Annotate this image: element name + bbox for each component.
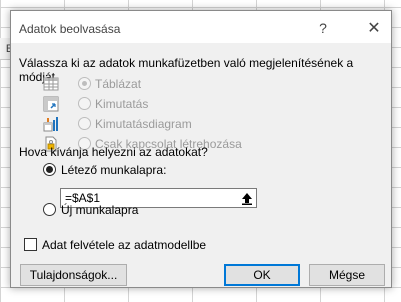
display-prompt: Válassza ki az adatok munkafüzetben való… (19, 56, 354, 84)
table-icon (43, 77, 59, 91)
range-picker-button[interactable] (237, 189, 256, 207)
close-button[interactable]: ✕ (363, 17, 385, 39)
dialog-title: Adatok beolvasása (19, 22, 121, 36)
option-pivotchart-radio[interactable] (78, 117, 91, 130)
cancel-button[interactable]: Mégse (309, 264, 385, 286)
option-pivottable-radio[interactable] (78, 97, 91, 110)
import-data-dialog: Adatok beolvasása ? ✕ Válassza ki az ada… (10, 10, 392, 288)
option-new-sheet-label: Új munkalapra (61, 203, 139, 217)
option-existing-sheet-radio[interactable] (43, 163, 56, 176)
option-table-label: Táblázat (95, 77, 142, 91)
option-pivottable-label: Kimutatás (95, 97, 149, 111)
option-new-sheet-radio[interactable] (43, 203, 56, 216)
option-pivotchart-label: Kimutatásdiagram (95, 117, 192, 131)
pivotchart-icon (43, 117, 58, 132)
pivottable-icon (43, 96, 59, 112)
add-to-data-model-checkbox[interactable] (24, 238, 37, 251)
help-button[interactable]: ? (312, 17, 334, 39)
properties-button[interactable]: Tulajdonságok... (20, 264, 127, 286)
dialog-titlebar: Adatok beolvasása ? ✕ (11, 11, 391, 43)
ok-button[interactable]: OK (224, 264, 300, 286)
option-existing-sheet-label: Létező munkalapra: (61, 163, 167, 177)
location-prompt: Hova kívánja helyezni az adatokat? (19, 145, 208, 159)
add-to-data-model-label: Adat felvétele az adatmodellbe (42, 238, 207, 252)
collapse-arrow-icon (241, 192, 252, 205)
option-table-radio[interactable] (78, 77, 91, 90)
